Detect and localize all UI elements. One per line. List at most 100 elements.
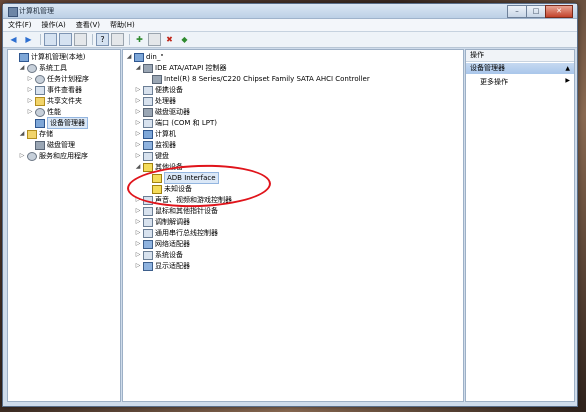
menu-help[interactable]: 帮助(H) [105, 19, 140, 31]
console-tree-item[interactable]: 设备管理器 [27, 117, 88, 129]
storage-icon [27, 129, 37, 139]
actions-header: 操作 [466, 50, 574, 62]
menu-file[interactable]: 文件(F) [3, 19, 37, 31]
collapsed-arrow-icon[interactable]: ▷ [27, 107, 33, 117]
minimize-button[interactable]: – [507, 5, 527, 18]
device-tree-item[interactable]: ▷ 通用串行总线控制器 [135, 228, 218, 238]
device-tree-item[interactable]: ▷ 便携设备 [135, 85, 183, 95]
device-tree-label: 端口 (COM 和 LPT) [155, 119, 217, 127]
collapsed-arrow-icon[interactable]: ▷ [135, 228, 141, 238]
console-tree-item[interactable]: ▷ 任务计划程序 [27, 74, 89, 84]
expanded-arrow-icon[interactable]: ◢ [135, 162, 141, 172]
device-tree-label: 通用串行总线控制器 [155, 229, 218, 237]
device-tree-item[interactable]: ▷ 显示适配器 [135, 261, 190, 271]
collapsed-arrow-icon[interactable]: ▷ [135, 250, 141, 260]
device-tree-item[interactable]: ▷ 计算机 [135, 129, 176, 139]
collapsed-arrow-icon[interactable]: ▷ [27, 74, 33, 84]
device-tree-item[interactable]: ◢ IDE ATA/ATAPI 控制器 [135, 63, 227, 73]
window-title: 计算机管理 [19, 7, 54, 15]
disk-icon [143, 107, 153, 117]
help-icon[interactable]: ? [96, 33, 109, 46]
more-actions-link[interactable]: 更多操作 [480, 77, 508, 87]
warn-icon [143, 162, 153, 172]
console-tree-item[interactable]: 计算机管理(本地) [11, 52, 85, 62]
actions-section-device-manager[interactable]: 设备管理器 ▲ [466, 63, 574, 74]
properties-icon[interactable] [74, 33, 87, 46]
device-tree-label: 计算机 [155, 130, 176, 138]
collapsed-arrow-icon[interactable]: ▷ [135, 151, 141, 161]
close-button[interactable]: ✕ [545, 5, 573, 18]
device-tree-item[interactable]: ▷ 磁盘驱动器 [135, 107, 190, 117]
action-pane-icon[interactable] [111, 33, 124, 46]
scan-hardware-icon[interactable]: ✚ [133, 33, 146, 46]
device-tree-item[interactable]: ▷ 系统设备 [135, 250, 183, 260]
device-tree-item[interactable]: ▷ 键盘 [135, 151, 169, 161]
collapsed-arrow-icon[interactable]: ▷ [135, 107, 141, 117]
expanded-arrow-icon[interactable]: ◢ [126, 52, 132, 62]
device-icon [143, 217, 153, 227]
collapsed-arrow-icon[interactable]: ▷ [27, 96, 33, 106]
device-icon [143, 96, 153, 106]
up-level-icon[interactable] [44, 33, 57, 46]
device-tree-item[interactable]: ▷ 处理器 [135, 96, 176, 106]
show-hide-tree-icon[interactable] [59, 33, 72, 46]
device-icon [143, 195, 153, 205]
device-tree-item[interactable]: 未知设备 [144, 184, 192, 194]
device-tree-item[interactable]: Intel(R) 8 Series/C220 Chipset Family SA… [144, 74, 370, 84]
collapse-icon[interactable]: ▲ [565, 63, 570, 74]
device-tree-item[interactable]: ▷ 调制解调器 [135, 217, 190, 227]
device-tree-label: ADB Interface [164, 172, 219, 184]
console-tree-item[interactable]: ▷ 共享文件夹 [27, 96, 82, 106]
device-tree-item[interactable]: ◢ 其他设备 [135, 162, 183, 172]
collapsed-arrow-icon[interactable]: ▷ [135, 85, 141, 95]
device-tree-item[interactable]: ▷ 端口 (COM 和 LPT) [135, 118, 217, 128]
back-arrow-icon[interactable]: ◀ [7, 33, 20, 46]
disk-icon [35, 140, 45, 150]
console-tree-item[interactable]: ◢ 存储 [19, 129, 53, 139]
expanded-arrow-icon[interactable]: ◢ [135, 63, 141, 73]
menu-action[interactable]: 操作(A) [37, 19, 71, 31]
collapsed-arrow-icon[interactable]: ▷ [135, 96, 141, 106]
device-icon [143, 151, 153, 161]
collapsed-arrow-icon[interactable]: ▷ [135, 217, 141, 227]
device-tree-item[interactable]: ◢ din_" [126, 52, 164, 62]
collapsed-arrow-icon[interactable]: ▷ [135, 129, 141, 139]
console-tree: 计算机管理(本地) ◢ 系统工具 ▷ 任务计划程序 ▷ 事件查看器 ▷ 共享文件夹 ▷ 性能 设备管理… [7, 49, 121, 402]
device-tree-item[interactable]: ▷ 声音、视频和游戏控制器 [135, 195, 232, 205]
console-tree-item[interactable]: ◢ 系统工具 [19, 63, 67, 73]
device-icon [143, 85, 153, 95]
title-bar[interactable]: 计算机管理 – □ ✕ [3, 4, 577, 19]
expanded-arrow-icon[interactable]: ◢ [19, 129, 25, 139]
uninstall-icon[interactable]: ✖ [163, 33, 176, 46]
collapsed-arrow-icon[interactable]: ▷ [27, 85, 33, 95]
console-tree-item[interactable]: ▷ 事件查看器 [27, 85, 82, 95]
console-tree-item[interactable]: ▷ 性能 [27, 107, 61, 117]
forward-arrow-icon[interactable]: ▶ [22, 33, 35, 46]
console-tree-item[interactable]: ▷ 服务和应用程序 [19, 151, 88, 161]
submenu-arrow-icon[interactable]: ▶ [565, 77, 570, 84]
maximize-button[interactable]: □ [526, 5, 546, 18]
expanded-arrow-icon[interactable]: ◢ [19, 63, 25, 73]
console-tree-label: 服务和应用程序 [39, 152, 88, 160]
event-icon [35, 85, 45, 95]
device-tree-item[interactable]: ADB Interface [144, 172, 219, 184]
device-tree-item[interactable]: ▷ 监视器 [135, 140, 176, 150]
collapsed-arrow-icon[interactable]: ▷ [135, 206, 141, 216]
menu-view[interactable]: 查看(V) [71, 19, 105, 31]
collapsed-arrow-icon[interactable]: ▷ [135, 140, 141, 150]
toolbar-separator [129, 34, 130, 45]
collapsed-arrow-icon[interactable]: ▷ [135, 118, 141, 128]
device-tree-item[interactable]: ▷ 鼠标和其他指针设备 [135, 206, 218, 216]
device-tree-label: 声音、视频和游戏控制器 [155, 196, 232, 204]
enable-device-icon[interactable]: ◆ [178, 33, 191, 46]
collapsed-arrow-icon[interactable]: ▷ [135, 239, 141, 249]
computer-icon [19, 52, 29, 62]
console-tree-item[interactable]: 磁盘管理 [27, 140, 75, 150]
monitor-icon [143, 140, 153, 150]
update-driver-icon[interactable] [148, 33, 161, 46]
collapsed-arrow-icon[interactable]: ▷ [19, 151, 25, 161]
warn-icon [152, 184, 162, 194]
device-tree-item[interactable]: ▷ 网络适配器 [135, 239, 190, 249]
collapsed-arrow-icon[interactable]: ▷ [135, 261, 141, 271]
collapsed-arrow-icon[interactable]: ▷ [135, 195, 141, 205]
